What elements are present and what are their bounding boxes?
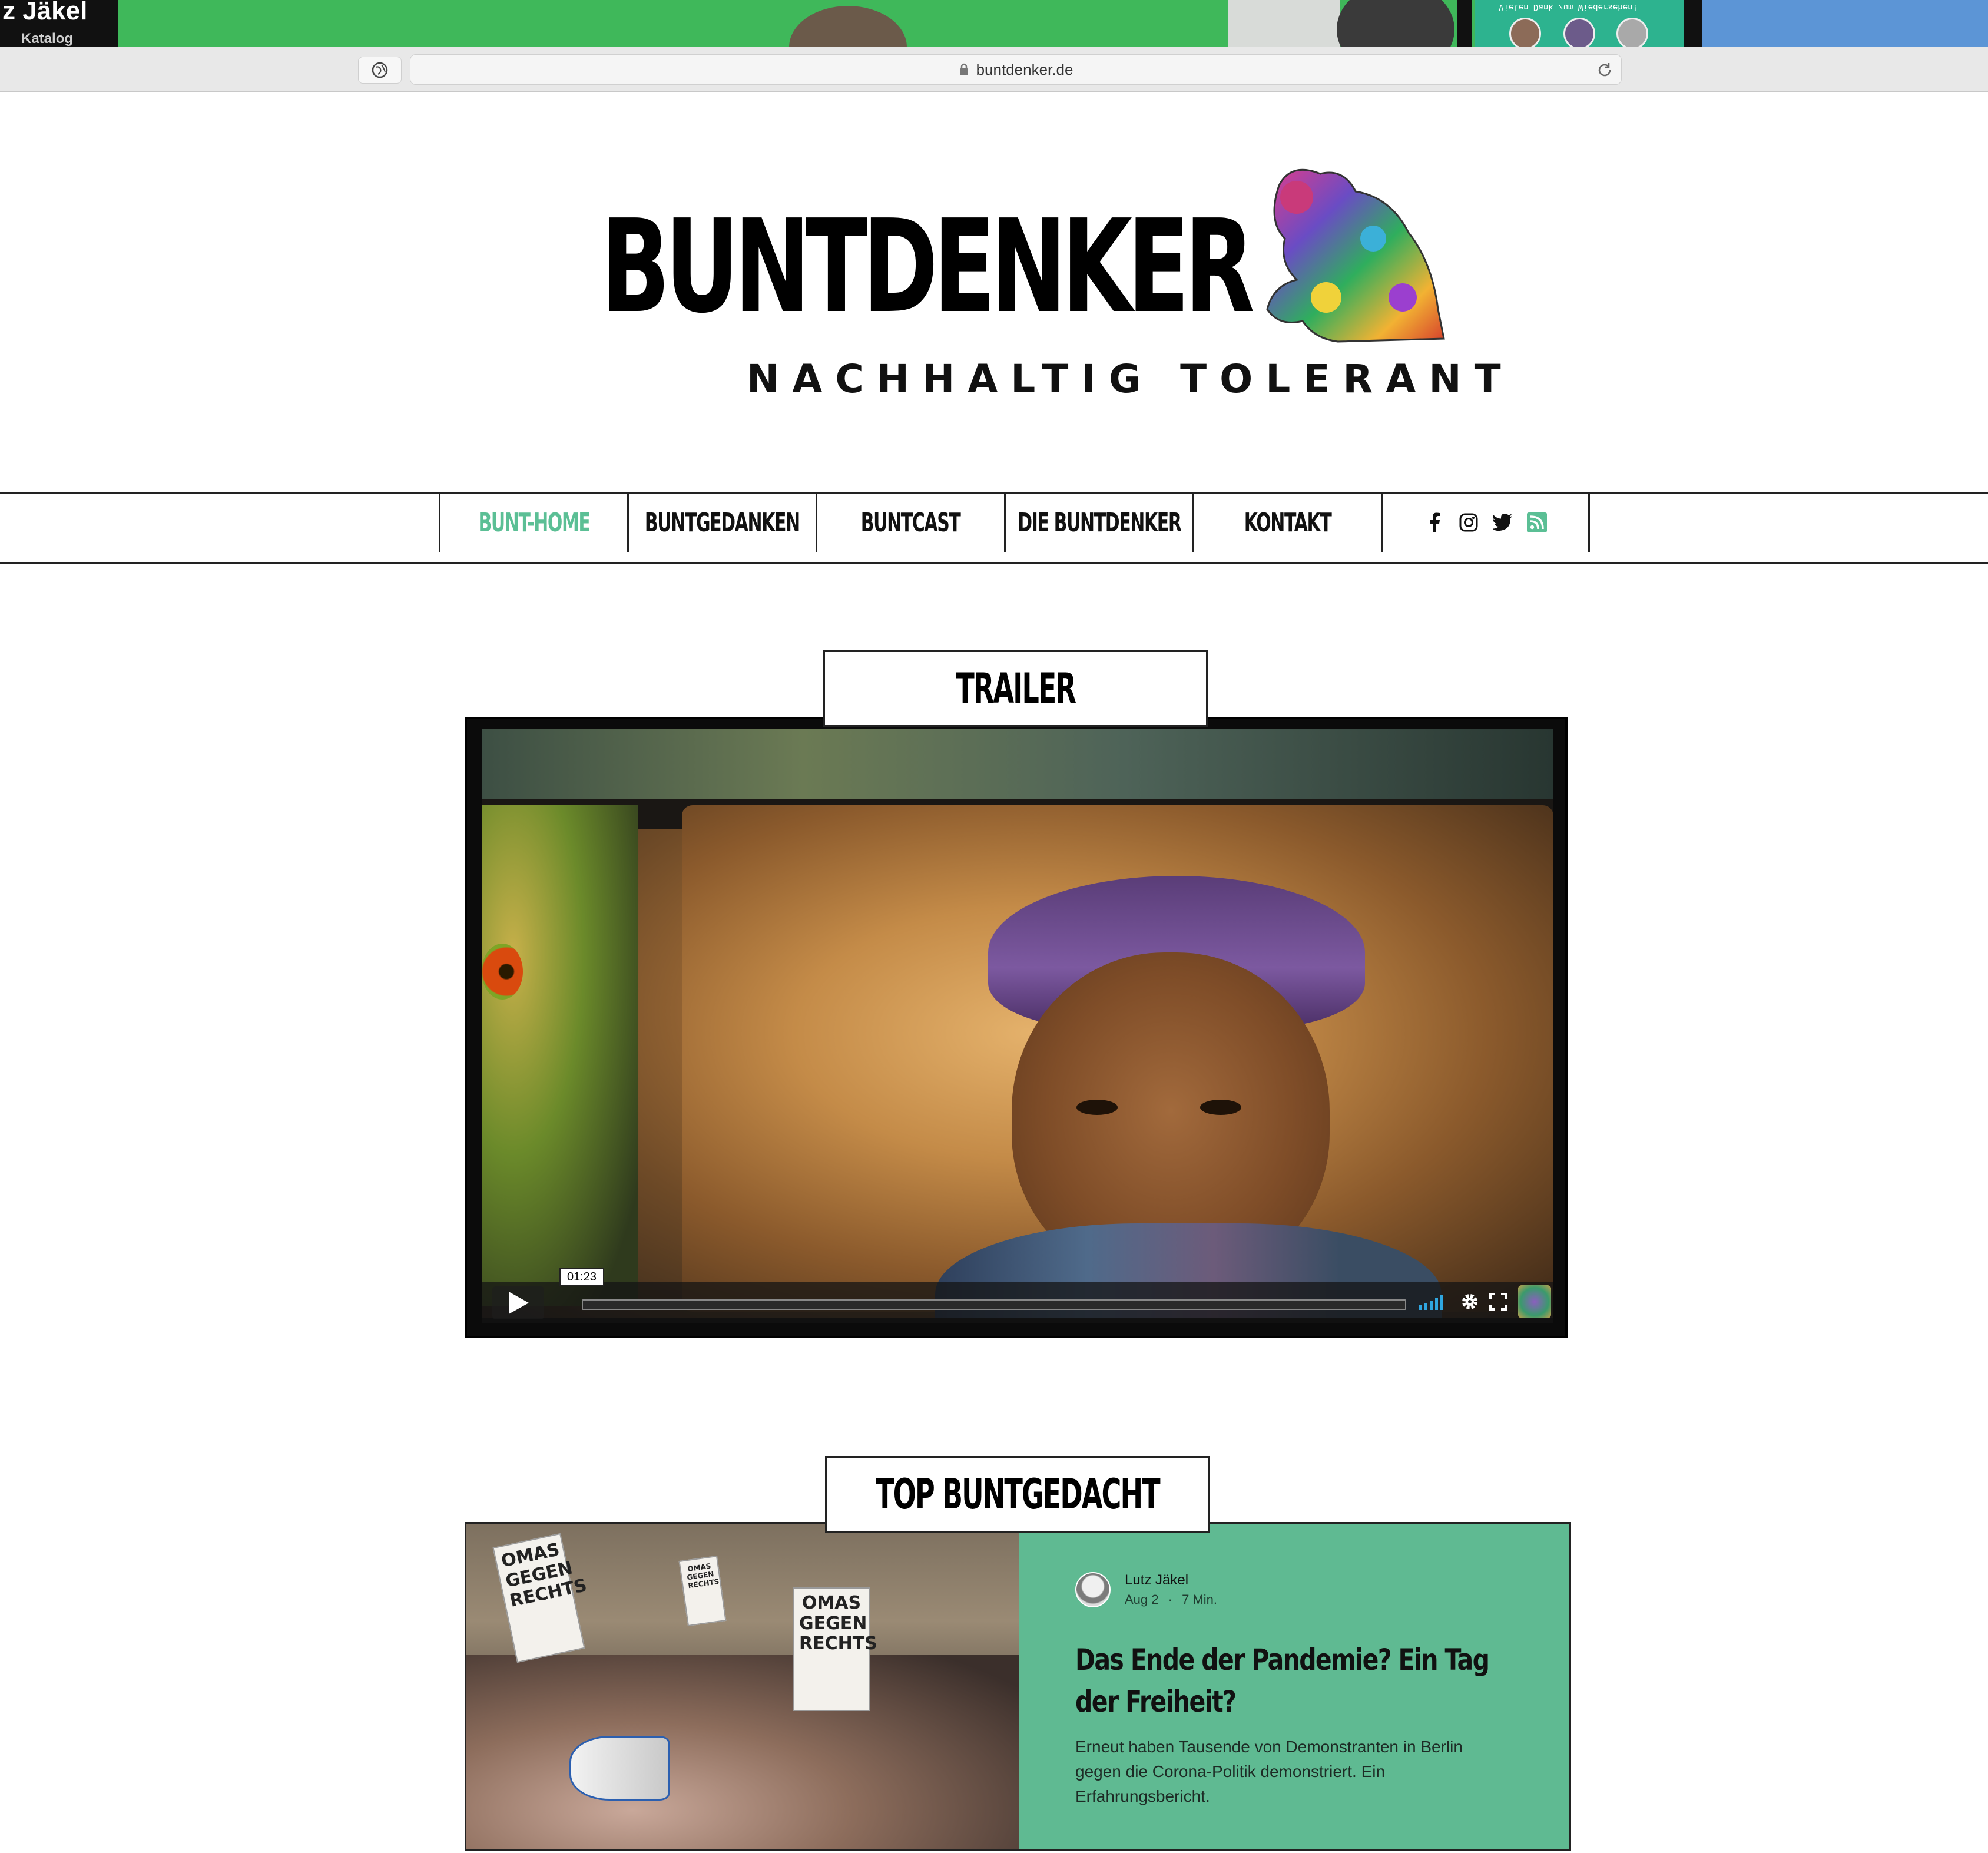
channel-logo[interactable] <box>1518 1285 1551 1318</box>
nav-item-buntgedanken[interactable]: BUNTGEDANKEN <box>627 492 816 552</box>
address-bar[interactable]: buntdenker.de <box>410 54 1622 85</box>
add-person-button[interactable] <box>1337 0 1454 47</box>
post-title[interactable]: Das Ende der Pandemie? Ein Tag der Freih… <box>1075 1639 1523 1723</box>
crowd <box>466 1655 1019 1849</box>
globe-icon <box>372 62 388 78</box>
facebook-icon[interactable] <box>1424 512 1445 533</box>
url-text: buntdenker.de <box>976 60 1073 78</box>
video-progress-bar[interactable] <box>582 1299 1406 1310</box>
avatar <box>1509 18 1541 47</box>
thinker-statue-icon <box>1266 168 1445 343</box>
reload-icon[interactable] <box>1595 61 1614 80</box>
site-logo[interactable]: BUNTDENKER NACHHALTIG TOLERANT <box>601 162 1501 409</box>
fullscreen-icon[interactable] <box>1489 1292 1507 1311</box>
settings-gear-icon[interactable] <box>1459 1291 1480 1312</box>
divider <box>1684 0 1702 47</box>
logo-title: BUNTDENKER <box>601 193 1255 342</box>
teal-caption: Vielen Dank zum Wiedersehen! <box>1499 2 1638 12</box>
participant-name: z Jäkel <box>2 0 88 25</box>
portrait-panel <box>682 805 1553 1318</box>
nav-item-kontakt[interactable]: KONTAKT <box>1192 492 1381 552</box>
background-windows-strip: z Jäkel Katalog Vielen Dank zum Wiederse… <box>0 0 1988 47</box>
social-links <box>1381 492 1590 552</box>
rss-icon[interactable] <box>1526 512 1548 533</box>
avatar <box>1616 18 1648 47</box>
time-tooltip: 01:23 <box>559 1268 604 1286</box>
meta-separator: · <box>1168 1592 1172 1607</box>
main-navigation: BUNT-HOME BUNTGEDANKEN BUNTCAST DIE BUNT… <box>439 492 1590 552</box>
frog-eye <box>482 944 523 1000</box>
featured-post-card[interactable]: OMAS GEGEN RECHTS OMAS GEGEN RECHTS OMAS… <box>465 1522 1571 1851</box>
nav-item-buntcast[interactable]: BUNTCAST <box>816 492 1004 552</box>
divider <box>1457 0 1472 47</box>
avatar <box>1563 18 1595 47</box>
nav-item-die-buntdenker[interactable]: DIE BUNTDENKER <box>1004 492 1192 552</box>
post-meta: Aug 2 · 7 Min. <box>1125 1592 1217 1607</box>
nav-item-bunt-home[interactable]: BUNT-HOME <box>439 492 627 552</box>
logo-subtitle: NACHHALTIG TOLERANT <box>747 356 1514 402</box>
film-strip-top <box>482 729 1553 799</box>
post-cover-image: OMAS GEGEN RECHTS OMAS GEGEN RECHTS OMAS… <box>466 1524 1019 1849</box>
lock-icon <box>959 63 968 75</box>
video-call-tile: z Jäkel Katalog <box>0 0 118 47</box>
eye <box>1076 1100 1118 1115</box>
instagram-icon[interactable] <box>1458 512 1479 533</box>
site-settings-button[interactable] <box>358 57 402 84</box>
browser-toolbar: buntdenker.de <box>0 47 1988 92</box>
protest-sign: OMAS GEGEN RECHTS <box>492 1533 589 1663</box>
author-name[interactable]: Lutz Jäkel <box>1125 1572 1188 1589</box>
nav-divider-bottom <box>0 562 1988 564</box>
eye <box>1200 1100 1241 1115</box>
katalog-label: Katalog <box>21 31 74 47</box>
protest-sign: OMAS GEGEN RECHTS <box>678 1555 727 1627</box>
video-controls: 01:23 <box>482 1268 1553 1323</box>
teal-tile: Vielen Dank zum Wiedersehen! <box>1475 0 1684 47</box>
sky-tile <box>1702 0 1988 47</box>
play-button[interactable] <box>492 1286 544 1319</box>
frog-panel <box>482 805 638 1306</box>
trailer-heading: TRAILER <box>823 650 1208 727</box>
author-avatar[interactable] <box>1075 1572 1111 1607</box>
twitter-icon[interactable] <box>1492 512 1513 533</box>
play-icon <box>509 1292 529 1314</box>
read-time: 7 Min. <box>1182 1592 1217 1607</box>
video-frame-image <box>482 729 1553 1318</box>
post-excerpt: Erneut haben Tausende von Demonstranten … <box>1075 1738 1463 1805</box>
protest-sign: OMAS GEGEN RECHTS <box>793 1587 877 1711</box>
megaphone <box>569 1736 670 1801</box>
post-summary: Lutz Jäkel Aug 2 · 7 Min. Das Ende der P… <box>1019 1524 1569 1849</box>
volume-icon[interactable] <box>1418 1292 1447 1311</box>
trailer-video-player[interactable]: 01:23 <box>465 717 1568 1338</box>
gray-panel <box>1228 0 1340 47</box>
post-date: Aug 2 <box>1125 1592 1159 1607</box>
top-post-heading: TOP BUNTGEDACHT <box>825 1456 1210 1533</box>
